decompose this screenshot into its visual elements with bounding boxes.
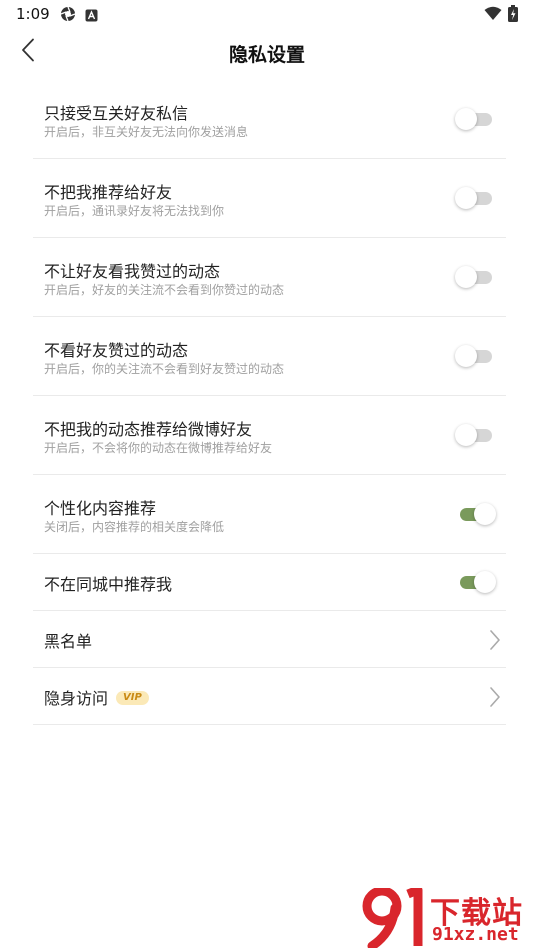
setting-row-hide-friends-likes: 不看好友赞过的动态 开启后，你的关注流不会看到好友赞过的动态 <box>33 317 506 396</box>
link-title: 隐身访问 <box>44 689 109 708</box>
camera-aperture-icon <box>60 6 76 26</box>
toggle-switch[interactable] <box>458 503 496 525</box>
setting-subtitle: 开启后，通讯录好友将无法找到你 <box>44 204 225 218</box>
setting-row-nearby-recommend: 不在同城中推荐我 <box>33 554 506 611</box>
setting-subtitle: 开启后，不会将你的动态在微博推荐给好友 <box>44 441 273 455</box>
battery-charging-icon <box>508 5 518 26</box>
setting-title: 不看好友赞过的动态 <box>44 341 189 360</box>
link-row-blacklist[interactable]: 黑名单 <box>33 611 506 668</box>
status-bar: 1:09 <box>0 0 534 28</box>
setting-row-mutual-followers-dm: 只接受互关好友私信 开启后，非互关好友无法向你发送消息 <box>33 80 506 159</box>
setting-subtitle: 开启后，好友的关注流不会看到你赞过的动态 <box>44 283 285 297</box>
link-title: 黑名单 <box>44 632 93 651</box>
a-badge-icon <box>85 7 98 26</box>
toggle-switch[interactable] <box>455 187 494 209</box>
91-logo-icon <box>362 885 428 951</box>
toggle-switch[interactable] <box>455 424 494 446</box>
setting-title: 不在同城中推荐我 <box>44 575 173 594</box>
setting-row-weibo-recommend: 不把我的动态推荐给微博好友 开启后，不会将你的动态在微博推荐给好友 <box>33 396 506 475</box>
watermark-url: 91xz.net <box>432 924 519 945</box>
setting-subtitle: 开启后，你的关注流不会看到好友赞过的动态 <box>44 362 285 376</box>
nav-bar: 隐私设置 <box>0 30 534 76</box>
page-title: 隐私设置 <box>228 44 305 66</box>
setting-subtitle: 开启后，非互关好友无法向你发送消息 <box>44 125 249 139</box>
link-row-invisible-visit[interactable]: 隐身访问 VIP <box>33 668 506 725</box>
setting-row-hide-from-friends: 不把我推荐给好友 开启后，通讯录好友将无法找到你 <box>33 159 506 238</box>
toggle-switch[interactable] <box>455 108 494 130</box>
toggle-switch[interactable] <box>455 345 494 367</box>
setting-title: 只接受互关好友私信 <box>44 104 189 123</box>
link-title-wrapper: 隐身访问 VIP <box>44 685 149 709</box>
setting-title: 个性化内容推荐 <box>44 499 157 518</box>
toggle-switch[interactable] <box>458 571 496 593</box>
status-time: 1:09 <box>16 5 50 23</box>
vip-badge: VIP <box>116 690 149 705</box>
settings-list: 只接受互关好友私信 开启后，非互关好友无法向你发送消息 不把我推荐给好友 开启后… <box>33 80 506 725</box>
setting-subtitle: 关闭后，内容推荐的相关度会降低 <box>44 520 225 534</box>
setting-title: 不把我的动态推荐给微博好友 <box>44 420 253 439</box>
chevron-right-icon <box>488 629 502 651</box>
setting-row-personalized-content: 个性化内容推荐 关闭后，内容推荐的相关度会降低 <box>33 475 506 554</box>
setting-title: 不让好友看我赞过的动态 <box>44 262 221 281</box>
setting-row-hide-my-likes: 不让好友看我赞过的动态 开启后，好友的关注流不会看到你赞过的动态 <box>33 238 506 317</box>
wifi-icon <box>484 6 502 25</box>
toggle-switch[interactable] <box>455 266 494 288</box>
setting-title: 不把我推荐给好友 <box>44 183 173 202</box>
chevron-right-icon <box>488 686 502 708</box>
watermark: 下载站 91xz.net <box>362 885 534 951</box>
